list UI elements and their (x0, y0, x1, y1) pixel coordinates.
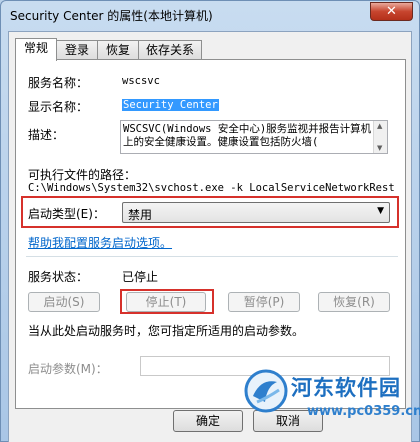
window-title: Security Center 的属性(本地计算机) (10, 9, 213, 23)
startup-type-label: 启动类型(E)： (28, 207, 105, 221)
description-label: 描述： (28, 128, 65, 142)
startup-type-select[interactable]: 禁用 ▼ (122, 202, 390, 223)
pause-button[interactable]: 暂停(P) (228, 292, 300, 312)
separator (26, 256, 398, 257)
display-name-label: 显示名称： (28, 100, 89, 114)
service-status-label: 服务状态： (28, 270, 89, 284)
ok-button[interactable]: 确定 (173, 410, 243, 432)
start-params-input[interactable] (140, 356, 390, 376)
title-bar[interactable]: Security Center 的属性(本地计算机) ✕ (1, 1, 419, 31)
description-scrollbar[interactable]: ▲ ▼ (373, 121, 387, 153)
resume-button[interactable]: 恢复(R) (318, 292, 390, 312)
dialog-client-area: 常规 登录 恢复 依存关系 服务名称： wscsvc 显示名称： Securit… (8, 31, 412, 442)
scroll-down-icon[interactable]: ▼ (377, 144, 382, 152)
properties-dialog: Security Center 的属性(本地计算机) ✕ 常规 登录 恢复 依存… (0, 0, 420, 442)
tab-logon[interactable]: 登录 (56, 40, 98, 60)
close-button[interactable]: ✕ (370, 2, 413, 21)
description-textbox[interactable]: WSCSVC(Windows 安全中心)服务监视并报告计算机上的安全健康设置。健… (120, 120, 388, 154)
exe-path-value: C:\Windows\System32\svchost.exe -k Local… (28, 182, 396, 194)
cancel-button[interactable]: 取消 (253, 410, 323, 432)
tab-dependencies[interactable]: 依存关系 (138, 40, 202, 60)
chevron-down-icon: ▼ (377, 206, 384, 216)
stop-button[interactable]: 停止(T) (126, 292, 206, 312)
close-icon: ✕ (386, 4, 397, 19)
description-text: WSCSVC(Windows 安全中心)服务监视并报告计算机上的安全健康设置。健… (123, 123, 372, 148)
startup-type-value: 禁用 (128, 208, 153, 222)
tab-general[interactable]: 常规 (15, 38, 57, 61)
start-button[interactable]: 启动(S) (28, 292, 100, 312)
general-tab-panel: 服务名称： wscsvc 显示名称： Security Center 描述： W… (15, 59, 406, 409)
service-name-value: wscsvc (122, 75, 160, 87)
start-params-hint: 当从此处启动服务时，您可指定所适用的启动参数。 (28, 324, 305, 338)
help-configure-link[interactable]: 帮助我配置服务启动选项。 (28, 234, 172, 251)
tab-recovery[interactable]: 恢复 (97, 40, 139, 60)
service-status-value: 已停止 (122, 270, 159, 284)
display-name-value[interactable]: Security Center (122, 99, 219, 111)
scroll-up-icon[interactable]: ▲ (377, 122, 382, 130)
start-params-label: 启动参数(M)： (28, 362, 108, 376)
service-name-label: 服务名称： (28, 76, 89, 90)
exe-path-label: 可执行文件的路径： (28, 168, 137, 182)
